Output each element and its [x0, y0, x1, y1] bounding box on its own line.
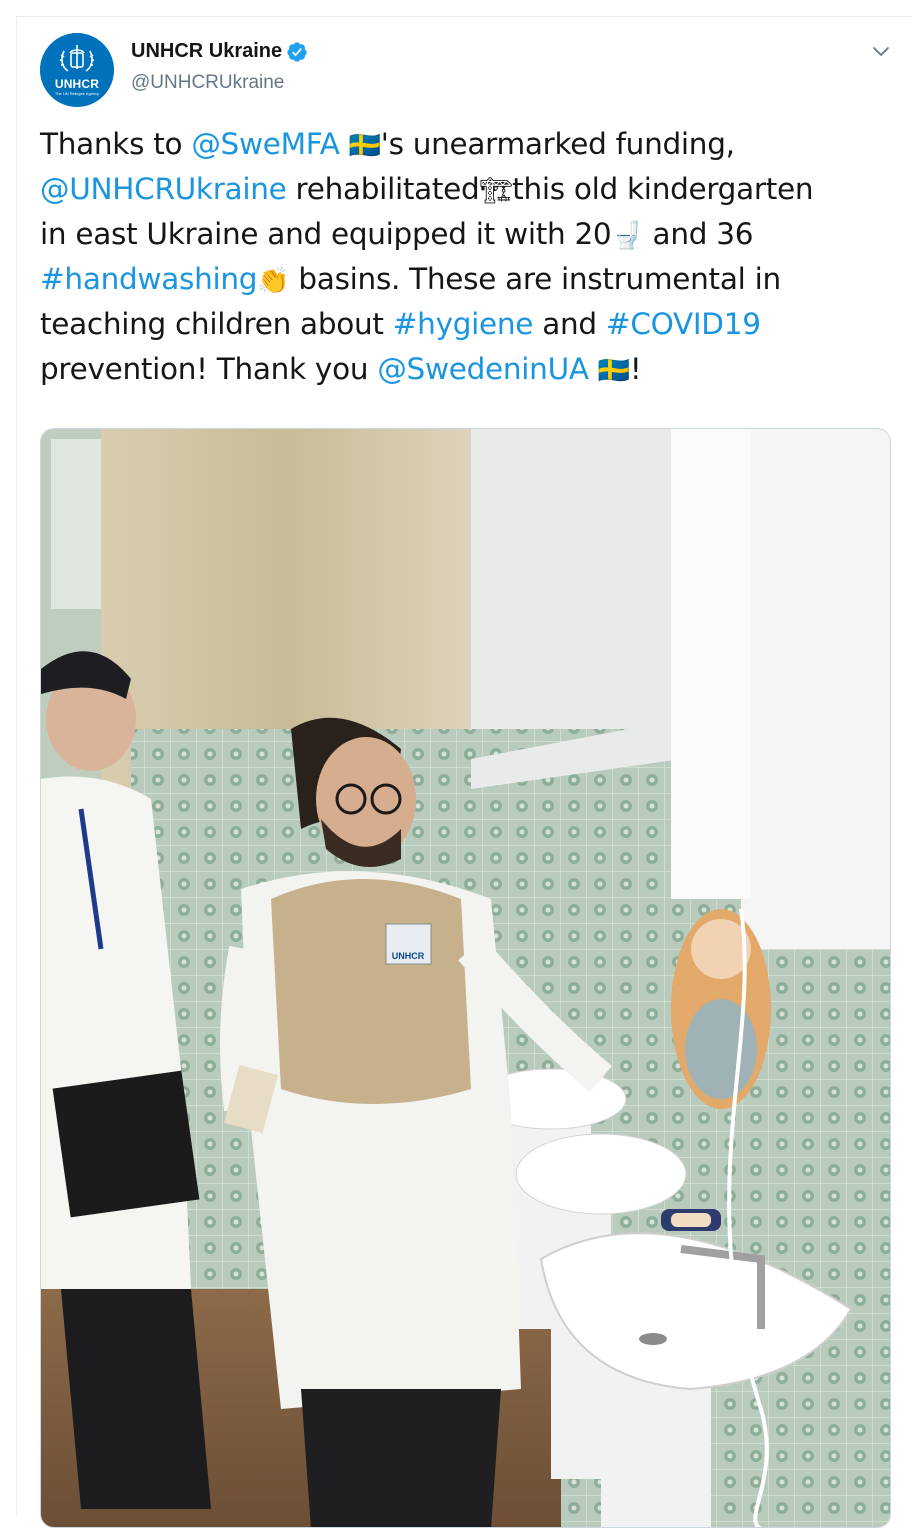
tweet-text-line: in east Ukraine and equipped it with 20🚽… — [40, 212, 900, 257]
avatar-text: UNHCR — [54, 77, 100, 91]
text-segment: 's unearmarked funding, — [380, 127, 735, 161]
text-segment: teaching children about — [40, 307, 393, 341]
tweet-text-line: Thanks to @SweMFA 🇸🇪's unearmarked fundi… — [40, 122, 900, 167]
tweet-photo[interactable]: UNHCR — [40, 428, 891, 1528]
text-segment: ! — [629, 352, 642, 386]
tweet-text-line: teaching children about #hygiene and #CO… — [40, 302, 900, 347]
text-segment: and — [533, 307, 606, 341]
tweet-text: Thanks to @SweMFA 🇸🇪's unearmarked fundi… — [40, 122, 900, 392]
text-segment: this old kindergarten — [512, 172, 814, 206]
hashtag-handwashing[interactable]: #handwashing — [40, 262, 258, 296]
mention-unhcrukraine[interactable]: @UNHCRUkraine — [40, 172, 287, 206]
kindergarten-bathroom-photo: UNHCR — [41, 429, 890, 1527]
text-segment: prevention! Thank you — [40, 352, 378, 386]
hashtag-hygiene[interactable]: #hygiene — [393, 307, 534, 341]
chevron-down-icon[interactable] — [870, 40, 892, 62]
text-segment: and 36 — [643, 217, 754, 251]
text-segment: in east Ukraine and equipped it with 20 — [40, 217, 612, 251]
display-name[interactable]: UNHCR Ukraine — [131, 40, 308, 63]
mention-swedeninua[interactable]: @SwedeninUA — [377, 352, 589, 386]
text-segment: Thanks to — [40, 127, 192, 161]
hashtag-covid19[interactable]: #COVID19 — [606, 307, 761, 341]
avatar-subtext: The UN Refugee Agency — [54, 91, 100, 96]
verified-badge-icon — [287, 41, 307, 62]
sweden-flag-icon: 🇸🇪 — [597, 356, 630, 386]
washing-hands-icon: 👏 — [257, 266, 290, 296]
tweet-text-line: #handwashing👏 basins. These are instrume… — [40, 257, 900, 302]
text-segment: rehabilitated — [286, 172, 480, 206]
vest-label: UNHCR — [392, 951, 425, 961]
toilet-icon: 🚽 — [611, 221, 644, 251]
user-handle[interactable]: @UNHCRUkraine — [131, 72, 284, 94]
avatar[interactable]: UNHCR The UN Refugee Agency — [40, 33, 114, 107]
display-name-text[interactable]: UNHCR Ukraine — [131, 40, 282, 63]
construction-crane-icon: 🏗 — [479, 176, 513, 206]
tweet-text-line: prevention! Thank you @SwedeninUA 🇸🇪! — [40, 347, 900, 392]
sweden-flag-icon: 🇸🇪 — [348, 131, 381, 161]
mention-swemfa[interactable]: @SweMFA — [191, 127, 340, 161]
tweet-text-line: @UNHCRUkraine rehabilitated🏗this old kin… — [40, 167, 900, 212]
text-segment: basins. These are instrumental in — [289, 262, 781, 296]
